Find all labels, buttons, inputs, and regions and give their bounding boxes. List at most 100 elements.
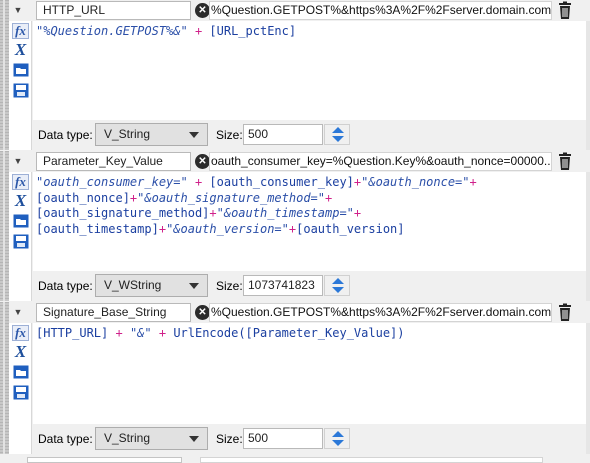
caret-down-icon[interactable]: ▼ [11,305,25,319]
expression-token: + [209,206,217,220]
variable-icon[interactable]: X [12,40,29,59]
data-type-value: V_WString [104,278,162,292]
expression-token: + [108,326,130,340]
variable-icon[interactable]: X [12,342,29,361]
collapse-gripper[interactable] [0,0,9,150]
caret-down-icon[interactable]: ▼ [11,3,25,17]
size-label: Size: [216,128,243,142]
spin-down-icon[interactable] [332,287,344,293]
expression-token: [oauth_nonce] [36,190,130,205]
data-type-value: V_String [104,127,151,141]
spin-up-icon[interactable] [332,431,344,437]
expression-token: [oauth_version] [296,221,405,236]
size-stepper[interactable] [324,428,350,449]
function-icon[interactable]: fx [12,174,29,190]
collapse-gripper[interactable] [0,151,9,301]
next-field-header-partial [0,455,590,463]
chevron-down-icon [189,283,199,289]
expression-line: [oauth_timestamp]+"&oauth_version="+[oau… [36,222,583,238]
expression-toolstrip: fx X [9,21,32,150]
data-type-label: Data type: [38,128,93,142]
size-input[interactable]: 500 [243,428,323,449]
spin-down-icon[interactable] [332,440,344,446]
clear-icon[interactable]: ✕ [195,3,210,18]
data-type-select[interactable]: V_String [95,427,208,450]
expression-line: [oauth_signature_method]+"&oauth_timesta… [36,206,583,222]
expression-token: "%Question.GETPOST%&" [36,24,188,38]
chevron-down-icon [189,132,199,138]
save-icon[interactable] [12,384,29,400]
expression-token: + [187,24,210,38]
expression-line: [oauth_nonce] +"&oauth_signature_method="… [36,191,583,207]
chevron-down-icon [189,436,199,442]
folder-open-icon[interactable] [12,62,29,78]
field-name-input[interactable]: Signature_Base_String [36,303,191,322]
scrollbar[interactable] [586,21,590,150]
data-type-value: V_String [104,431,151,445]
expression-editor[interactable]: "oauth_consumer_key=" + [oauth_consumer_… [33,172,586,271]
expression-token: "&oauth_signature_method=" [137,190,325,205]
clear-icon[interactable]: ✕ [195,154,210,169]
field-name-input[interactable]: Parameter_Key_Value [36,152,191,171]
expression-token: "&" [129,326,152,340]
expression-token: "&oauth_timestamp=" [216,206,354,220]
spin-up-icon[interactable] [332,127,344,133]
clear-icon[interactable]: ✕ [195,305,210,320]
spin-down-icon[interactable] [332,136,344,142]
save-icon[interactable] [12,233,29,249]
expression-token: "&oauth_nonce=" [361,175,470,189]
trash-icon[interactable] [555,152,575,171]
field-preview: oauth_consumer_key=%Question.Key%&oauth_… [209,152,552,171]
expression-token: + [158,221,167,236]
field-name-input[interactable]: HTTP_URL [36,1,191,20]
size-input[interactable]: 1073741823 [243,275,323,296]
field-preview: %Question.GETPOST%&https%3A%2F%2Fserver.… [209,1,552,20]
expression-token: [oauth_timestamp] [36,221,159,236]
scrollbar[interactable] [586,323,590,454]
expression-editor[interactable]: [HTTP_URL] + "&" + UrlEncode([Parameter_… [33,323,586,424]
expression-token: + [187,175,210,189]
size-stepper[interactable] [324,275,350,296]
expression-toolstrip: fx X [9,323,32,454]
caret-down-icon[interactable]: ▼ [11,154,25,168]
field-footer: Data type: V_String Size: 500 [33,120,586,150]
folder-open-icon[interactable] [12,213,29,229]
field-block-parameter-key-value: ▼ Parameter_Key_Value ✕ oauth_consumer_k… [0,151,590,301]
field-preview [200,457,543,463]
folder-open-icon[interactable] [12,364,29,380]
field-header: ▼ HTTP_URL ✕ %Question.GETPOST%&https%3A… [9,0,590,21]
variable-icon[interactable]: X [12,191,29,210]
field-block-signature-base-string: ▼ Signature_Base_String ✕ %Question.GETP… [0,302,590,454]
trash-icon[interactable] [555,303,575,322]
expression-line: "%Question.GETPOST%&" + [URL_pctEnc] [36,24,583,40]
scrollbar[interactable] [586,172,590,301]
expression-toolstrip: fx X [9,172,32,301]
size-label: Size: [216,279,243,293]
save-icon[interactable] [12,82,29,98]
field-footer: Data type: V_WString Size: 1073741823 [33,271,586,301]
field-footer: Data type: V_String Size: 500 [33,424,586,454]
function-icon[interactable]: fx [12,23,29,39]
expression-token: UrlEncode([Parameter_Key_Value]) [173,326,405,340]
expression-token: [HTTP_URL] [36,326,109,340]
size-input[interactable]: 500 [243,124,323,145]
expression-editor[interactable]: "%Question.GETPOST%&" + [URL_pctEnc] [33,21,586,120]
function-icon[interactable]: fx [12,325,29,341]
collapse-gripper[interactable] [0,302,9,454]
size-stepper[interactable] [324,124,350,145]
field-preview: %Question.GETPOST%&https%3A%2F%2Fserver.… [209,303,552,322]
field-header: ▼ Parameter_Key_Value ✕ oauth_consumer_k… [9,151,590,172]
data-type-select[interactable]: V_String [95,123,208,146]
trash-icon[interactable] [555,1,575,20]
field-block-http-url: ▼ HTTP_URL ✕ %Question.GETPOST%&https%3A… [0,0,590,150]
expression-token: + [353,206,362,220]
expression-token: + [469,175,477,189]
spin-up-icon[interactable] [332,278,344,284]
expression-line: "oauth_consumer_key=" + [oauth_consumer_… [36,175,583,191]
field-name-input[interactable] [27,457,182,463]
size-label: Size: [216,432,243,446]
expression-line: [HTTP_URL] + "&" + UrlEncode([Parameter_… [36,326,583,342]
data-type-select[interactable]: V_WString [95,274,208,297]
expression-token: "&oauth_version=" [166,221,289,236]
expression-token: [URL_pctEnc] [209,24,297,38]
